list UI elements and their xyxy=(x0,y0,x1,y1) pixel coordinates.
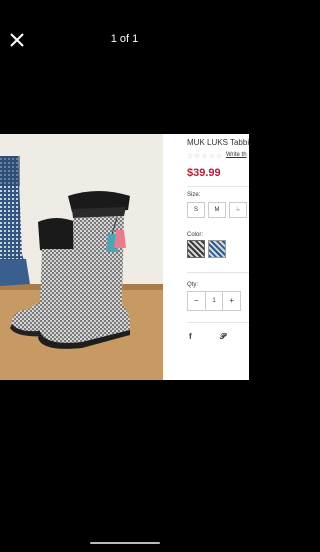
product-photo xyxy=(0,134,163,380)
qty-input[interactable]: 1 xyxy=(204,292,224,310)
color-label: Color: xyxy=(187,232,204,238)
quantity-stepper: − 1 + xyxy=(187,291,241,311)
rating-stars: ☆☆☆☆☆ xyxy=(187,153,224,160)
facebook-icon[interactable]: f xyxy=(189,332,192,341)
divider xyxy=(187,186,249,187)
size-label: Size: xyxy=(187,192,201,198)
product-price: $39.99 xyxy=(187,167,221,179)
pinterest-icon[interactable]: 𝒫 xyxy=(220,332,226,342)
divider xyxy=(187,272,249,273)
size-option-s[interactable]: S xyxy=(187,202,205,218)
qty-label: Qty: xyxy=(187,282,199,288)
qty-plus-button[interactable]: + xyxy=(223,292,240,310)
viewer-top-bar: 1 of 1 xyxy=(0,0,249,80)
product-detail-panel: MUK LUKS Tabbi ☆☆☆☆☆ Write th $39.99 Siz… xyxy=(163,134,249,380)
color-swatch-blue[interactable] xyxy=(208,240,226,258)
image-counter: 1 of 1 xyxy=(110,33,139,45)
size-option-m[interactable]: M xyxy=(208,202,226,218)
screenshot-image[interactable]: MUK LUKS Tabbi ☆☆☆☆☆ Write th $39.99 Siz… xyxy=(0,134,249,380)
write-review-link[interactable]: Write th xyxy=(226,152,247,158)
color-swatch-gray[interactable] xyxy=(187,240,205,258)
size-option-l[interactable]: L xyxy=(229,202,247,218)
home-indicator xyxy=(90,542,160,544)
qty-minus-button[interactable]: − xyxy=(188,292,205,310)
product-title: MUK LUKS Tabbi xyxy=(187,138,249,147)
divider xyxy=(187,322,249,323)
